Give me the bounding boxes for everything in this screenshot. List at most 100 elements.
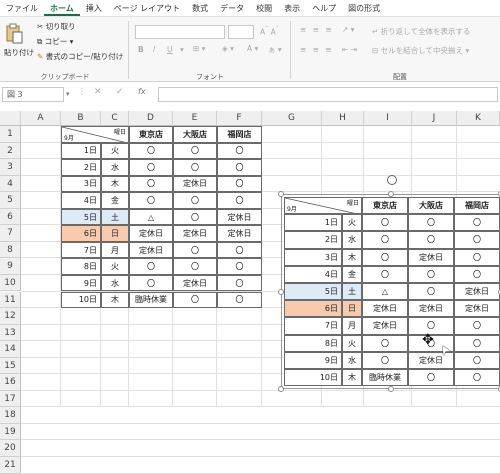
- table1-day-cell[interactable]: 6日: [61, 225, 101, 242]
- bold-button[interactable]: B: [138, 45, 144, 54]
- table2-status-cell[interactable]: 〇: [362, 265, 408, 283]
- row-header-5[interactable]: 5: [0, 192, 21, 209]
- table1-dow-cell[interactable]: 火: [101, 142, 129, 160]
- table1-status-cell[interactable]: 定休日: [173, 225, 217, 242]
- column-header-H[interactable]: H: [322, 111, 364, 126]
- table2-status-cell[interactable]: 〇: [454, 334, 500, 352]
- copy-button[interactable]: ⧉ コピー ▾: [37, 36, 73, 47]
- table2-status-cell[interactable]: △: [362, 283, 408, 301]
- font-name-box[interactable]: [135, 25, 225, 39]
- row-header-20[interactable]: 20: [0, 440, 21, 457]
- table2-status-cell[interactable]: 〇: [362, 351, 408, 369]
- table2-status-cell[interactable]: 〇: [408, 283, 454, 301]
- table2-dow-cell[interactable]: 水: [342, 351, 362, 369]
- table2-day-cell[interactable]: 8日: [284, 334, 342, 352]
- rotate-handle-icon[interactable]: [387, 175, 397, 185]
- tab-6[interactable]: 校閲: [250, 2, 278, 16]
- row-header-9[interactable]: 9: [0, 258, 21, 275]
- tab-8[interactable]: ヘルプ: [306, 2, 342, 16]
- table1-status-cell[interactable]: 〇: [129, 258, 173, 275]
- paste-button[interactable]: 貼り付け: [4, 47, 34, 58]
- chevron-down-icon[interactable]: ▾: [66, 90, 70, 98]
- table2-dow-cell[interactable]: 金: [342, 265, 362, 283]
- table2-status-cell[interactable]: 〇: [454, 351, 500, 369]
- column-header-K[interactable]: K: [457, 111, 500, 126]
- table1-day-cell[interactable]: 9日: [61, 274, 101, 292]
- table1-status-cell[interactable]: 〇: [217, 291, 262, 309]
- row-header-14[interactable]: 14: [0, 341, 21, 358]
- column-header-D[interactable]: D: [129, 111, 173, 126]
- table2-status-cell[interactable]: 〇: [408, 214, 454, 232]
- cut-button[interactable]: ✂ 切り取り: [37, 21, 76, 32]
- table1-store-header[interactable]: 大阪店: [173, 126, 217, 143]
- tab-7[interactable]: 表示: [278, 2, 306, 16]
- table1-status-cell[interactable]: 定休日: [173, 175, 217, 193]
- table2-dow-cell[interactable]: 木: [342, 248, 362, 266]
- tab-1[interactable]: ホーム: [44, 2, 80, 16]
- table1-dow-cell[interactable]: 水: [101, 159, 129, 176]
- table2-day-cell[interactable]: 6日: [284, 300, 342, 318]
- table2-day-cell[interactable]: 2日: [284, 231, 342, 249]
- table1-status-cell[interactable]: 〇: [217, 192, 262, 209]
- table1-status-cell[interactable]: 〇: [173, 291, 217, 309]
- table1-status-cell[interactable]: 〇: [173, 258, 217, 275]
- resize-handle[interactable]: [278, 386, 284, 393]
- table2-status-cell[interactable]: 臨時休業: [362, 369, 408, 387]
- row-header-1[interactable]: 1: [0, 126, 21, 143]
- table2-dow-cell[interactable]: 土: [342, 283, 362, 301]
- row-header-18[interactable]: 18: [0, 407, 21, 424]
- tab-2[interactable]: 挿入: [80, 2, 108, 16]
- table2-dow-cell[interactable]: 火: [342, 214, 362, 232]
- table1-status-cell[interactable]: 〇: [217, 159, 262, 176]
- table2-status-cell[interactable]: 定休日: [408, 248, 454, 266]
- table2-status-cell[interactable]: 〇: [362, 214, 408, 232]
- row-header-13[interactable]: 13: [0, 324, 21, 342]
- table1-day-cell[interactable]: 4日: [61, 192, 101, 209]
- table2-status-cell[interactable]: 〇: [362, 231, 408, 249]
- row-header-8[interactable]: 8: [0, 241, 21, 259]
- row-header-4[interactable]: 4: [0, 175, 21, 193]
- tab-3[interactable]: ページ レイアウト: [108, 2, 186, 16]
- resize-handle[interactable]: [388, 386, 394, 393]
- row-header-15[interactable]: 15: [0, 357, 21, 375]
- table1-dow-cell[interactable]: 水: [101, 274, 129, 292]
- table2-day-cell[interactable]: 5日: [284, 283, 342, 301]
- column-header-B[interactable]: B: [61, 111, 101, 126]
- row-header-17[interactable]: 17: [0, 390, 21, 408]
- table2-status-cell[interactable]: 定休日: [362, 300, 408, 318]
- font-color-icon[interactable]: A ▾: [247, 44, 258, 53]
- table2-dow-cell[interactable]: 月: [342, 317, 362, 335]
- orientation-icon[interactable]: ↗ ▾: [342, 25, 354, 34]
- table2-status-cell[interactable]: 〇: [454, 369, 500, 387]
- borders-icon[interactable]: ⊞ ▾: [193, 44, 205, 53]
- table2-day-cell[interactable]: 10日: [284, 369, 342, 387]
- column-header-A[interactable]: A: [21, 111, 61, 126]
- table1-status-cell[interactable]: 定休日: [129, 225, 173, 242]
- grow-font-icon[interactable]: Aˆ Aˇ: [260, 26, 279, 37]
- table1-day-cell[interactable]: 5日: [61, 208, 101, 226]
- formula-input[interactable]: [158, 87, 498, 102]
- resize-handle[interactable]: [388, 191, 394, 197]
- table1-day-cell[interactable]: 1日: [61, 142, 101, 160]
- table1-day-cell[interactable]: 7日: [61, 241, 101, 259]
- chevron-down-icon[interactable]: ▾: [180, 45, 184, 54]
- table1-status-cell[interactable]: 〇: [217, 142, 262, 160]
- clipboard-icon[interactable]: [4, 23, 24, 45]
- table2-status-cell[interactable]: 〇: [362, 334, 408, 352]
- font-size-box[interactable]: [228, 25, 254, 39]
- table2-day-cell[interactable]: 7日: [284, 317, 342, 335]
- table2-store-header[interactable]: 大阪店: [408, 197, 454, 215]
- table2-day-cell[interactable]: 1日: [284, 214, 342, 232]
- row-header-11[interactable]: 11: [0, 291, 21, 309]
- column-header-C[interactable]: C: [101, 111, 129, 126]
- table2-dow-cell[interactable]: 木: [342, 369, 362, 387]
- table1-status-cell[interactable]: 定休日: [173, 274, 217, 292]
- table2-store-header[interactable]: 福岡店: [454, 197, 500, 215]
- table2-corner-cell[interactable]: 9月 曜日: [284, 197, 362, 215]
- table1-day-cell[interactable]: 10日: [61, 291, 101, 309]
- table1-dow-cell[interactable]: 月: [101, 241, 129, 259]
- table1-status-cell[interactable]: 〇: [217, 175, 262, 193]
- table2-status-cell[interactable]: 定休日: [454, 300, 500, 318]
- phonetic-icon[interactable]: ぁ ▾: [268, 44, 282, 55]
- table1-corner-cell[interactable]: 9月 曜日: [61, 126, 129, 143]
